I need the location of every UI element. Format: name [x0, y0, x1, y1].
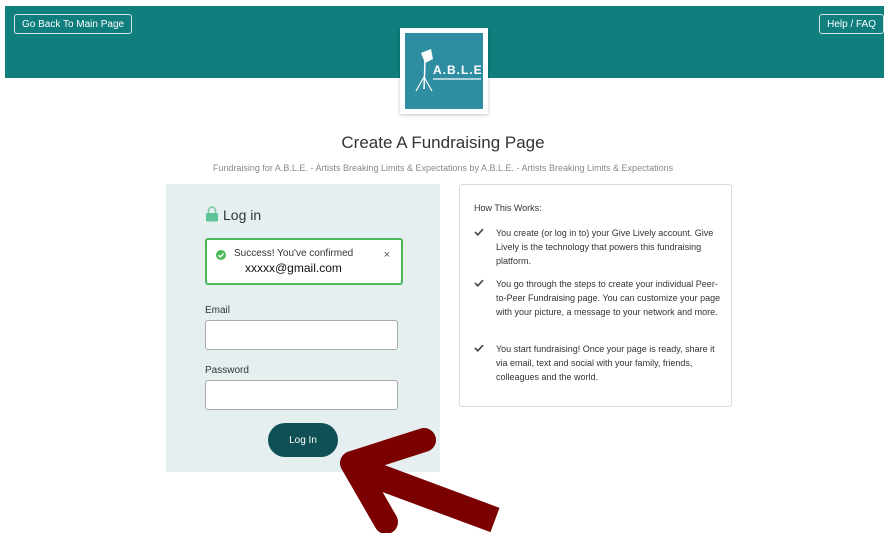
- help-faq-button[interactable]: Help / FAQ: [819, 14, 884, 34]
- checkmark-icon: [474, 228, 484, 236]
- success-check-icon: [216, 250, 226, 260]
- how-it-works-panel: How This Works: You create (or log in to…: [459, 184, 732, 407]
- alert-message: Success! You've confirmed: [234, 248, 354, 259]
- logo-tagline-line: [433, 78, 481, 80]
- email-label: Email: [205, 305, 231, 316]
- back-to-main-button[interactable]: Go Back To Main Page: [14, 14, 133, 34]
- email-field[interactable]: [205, 320, 398, 350]
- close-icon[interactable]: ×: [384, 249, 390, 261]
- password-field[interactable]: [205, 380, 398, 410]
- how-it-works-title: How This Works:: [474, 203, 542, 213]
- alert-email: xxxxx@gmail.com: [245, 261, 342, 275]
- step-text: You create (or log in to) your Give Live…: [496, 228, 714, 266]
- login-panel: Log in Success! You've confirmed xxxxx@g…: [166, 184, 440, 472]
- checkmark-icon: [474, 344, 484, 352]
- password-label: Password: [205, 365, 249, 376]
- page-subtitle: Fundraising for A.B.L.E. - Artists Break…: [212, 163, 674, 173]
- page-title: Create A Fundraising Page: [341, 133, 545, 152]
- organization-logo: A.B.L.E.: [400, 28, 488, 114]
- step-text: You go through the steps to create your …: [496, 279, 721, 317]
- step-text: You start fundraising! Once your page is…: [496, 344, 715, 382]
- success-alert: Success! You've confirmed xxxxx@gmail.co…: [205, 238, 403, 285]
- logo-text: A.B.L.E.: [433, 63, 483, 77]
- log-in-button[interactable]: Log In: [268, 423, 338, 457]
- login-heading: Log in: [223, 207, 262, 223]
- checkmark-icon: [474, 279, 484, 287]
